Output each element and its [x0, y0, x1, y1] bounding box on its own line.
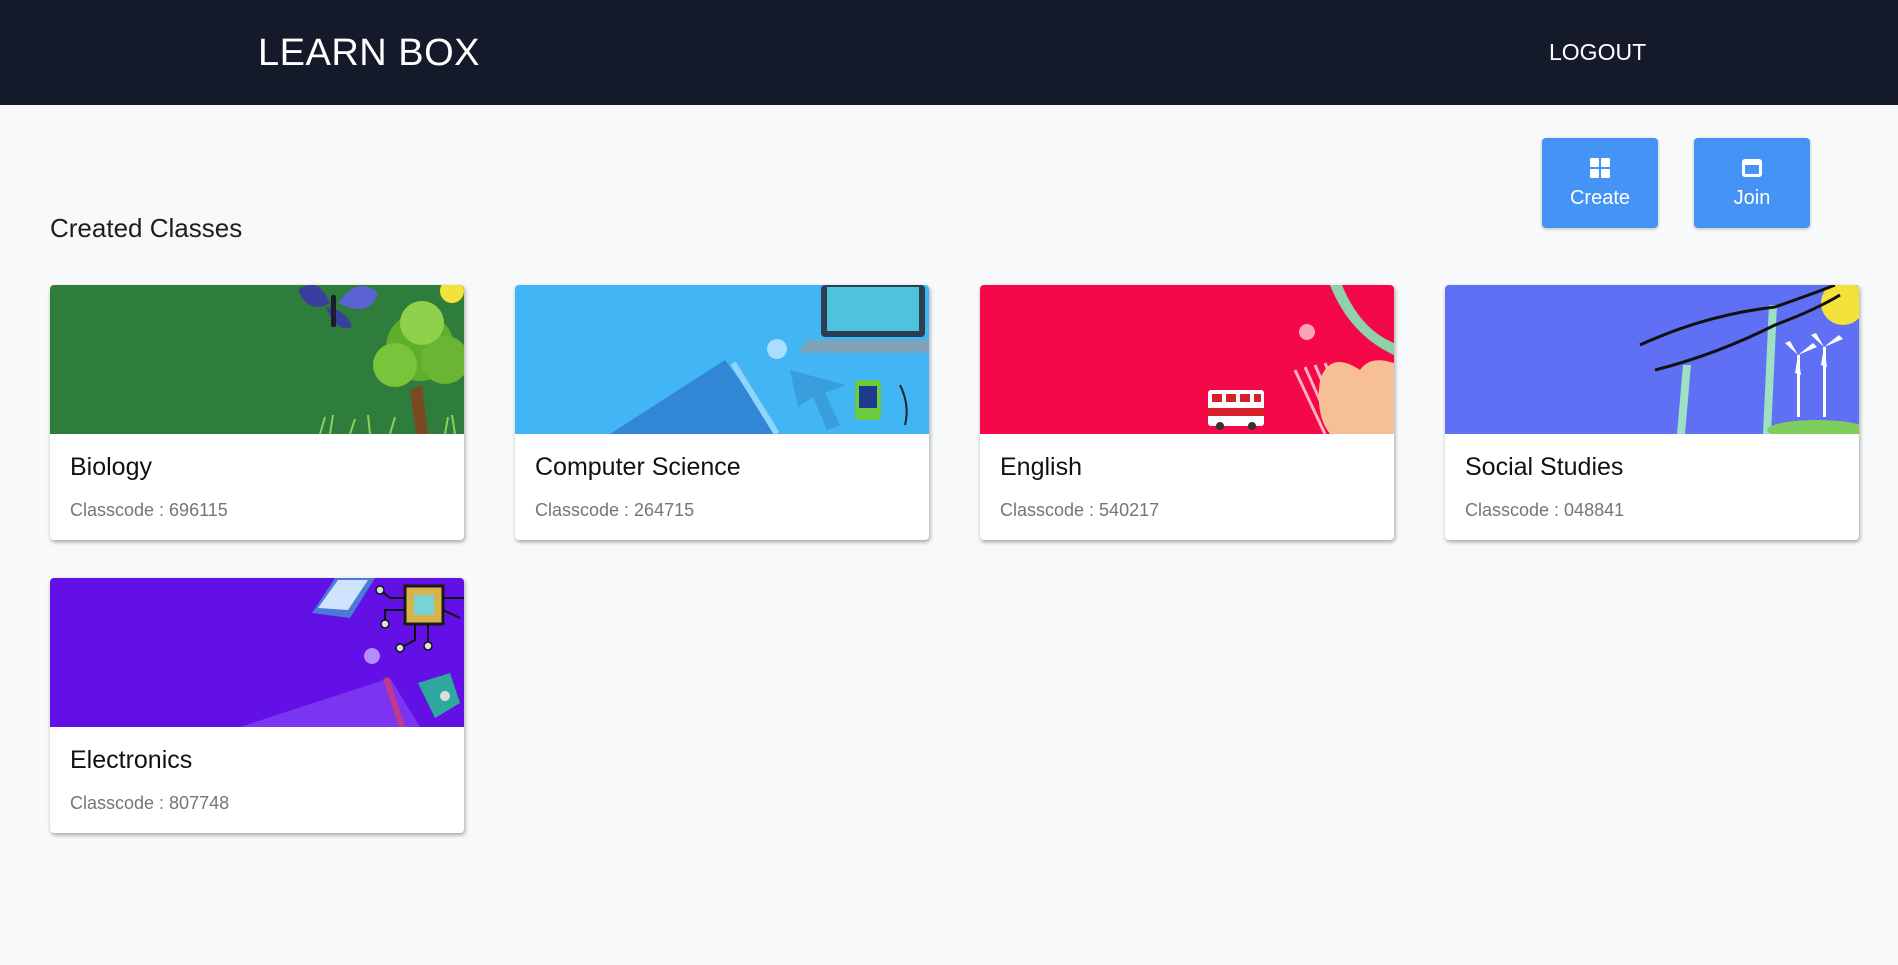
- nature-banner-illustration: [50, 285, 464, 434]
- laptop-banner-illustration: [515, 285, 929, 434]
- section-title: Created Classes: [50, 213, 243, 243]
- circuit-banner-illustration: [50, 578, 464, 727]
- class-banner: [50, 578, 464, 727]
- window-icon: [1742, 158, 1762, 177]
- class-code: Classcode : 540217: [1000, 500, 1160, 520]
- class-code: Classcode : 048841: [1465, 500, 1625, 520]
- class-banner: [980, 285, 1394, 434]
- join-button[interactable]: Join: [1694, 138, 1810, 228]
- class-card-social-studies[interactable]: Social Studies Classcode : 048841: [1445, 285, 1859, 540]
- class-code: Classcode : 807748: [70, 793, 230, 813]
- class-banner: [1445, 285, 1859, 434]
- class-card-electronics[interactable]: Electronics Classcode : 807748: [50, 578, 464, 833]
- create-button-label: Create: [1569, 186, 1631, 209]
- create-button[interactable]: Create: [1542, 138, 1658, 228]
- class-card-computer-science[interactable]: Computer Science Classcode : 264715: [515, 285, 929, 540]
- class-title: Biology: [70, 453, 152, 481]
- logout-button[interactable]: LOGOUT: [1549, 39, 1646, 66]
- class-banner: [50, 285, 464, 434]
- power-lines-banner-illustration: [1445, 285, 1859, 434]
- london-bus-banner-illustration: [980, 285, 1394, 434]
- class-title: Social Studies: [1465, 453, 1624, 481]
- class-code: Classcode : 264715: [535, 500, 695, 520]
- grid-icon: [1590, 157, 1610, 178]
- class-title: Computer Science: [535, 453, 741, 481]
- join-button-label: Join: [1733, 186, 1771, 209]
- top-navbar: LEARN BOX LOGOUT: [0, 0, 1898, 105]
- class-title: Electronics: [70, 746, 193, 774]
- class-title: English: [1000, 453, 1082, 481]
- class-code: Classcode : 696115: [70, 500, 228, 520]
- class-card-biology[interactable]: Biology Classcode : 696115: [50, 285, 464, 540]
- app-brand[interactable]: LEARN BOX: [258, 32, 480, 75]
- class-card-english[interactable]: English Classcode : 540217: [980, 285, 1394, 540]
- class-banner: [515, 285, 929, 434]
